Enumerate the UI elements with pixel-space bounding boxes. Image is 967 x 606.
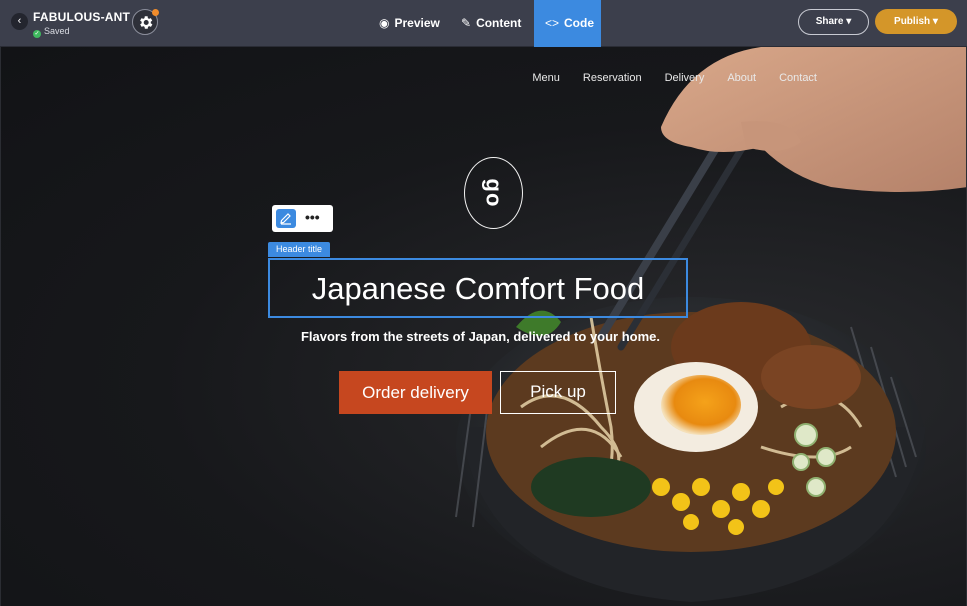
tab-content-label: Content	[476, 16, 522, 30]
save-status: ✓ Saved	[33, 26, 70, 38]
check-icon: ✓	[33, 30, 41, 38]
pencil-icon	[280, 213, 291, 225]
tab-preview[interactable]: ◉ Preview	[368, 0, 451, 47]
tab-content[interactable]: ✎ Content	[450, 0, 532, 47]
back-arrow-icon[interactable]: ‹	[11, 13, 28, 30]
tab-preview-label: Preview	[394, 16, 440, 30]
nav-link-about[interactable]: About	[727, 72, 756, 84]
logo-text: go	[481, 178, 507, 208]
eye-icon: ◉	[379, 16, 390, 30]
code-icon: <>	[545, 16, 560, 30]
element-edit-toolbar: •••	[272, 205, 333, 232]
selection-label: Header title	[268, 242, 331, 257]
gear-icon	[140, 16, 153, 29]
order-delivery-button[interactable]: Order delivery	[339, 371, 492, 414]
publish-button[interactable]: Publish ▾	[875, 9, 957, 34]
settings-button[interactable]	[132, 9, 159, 35]
more-options-icon[interactable]: •••	[305, 209, 320, 225]
share-button[interactable]: Share ▾	[798, 9, 869, 35]
header-title-selection[interactable]: Japanese Comfort Food	[268, 258, 688, 318]
nav-link-menu[interactable]: Menu	[532, 72, 560, 84]
save-status-label: Saved	[44, 26, 70, 36]
tab-code-label: Code	[564, 16, 595, 30]
header-subtitle: Flavors from the streets of Japan, deliv…	[300, 329, 661, 344]
header-title[interactable]: Japanese Comfort Food	[270, 260, 686, 316]
editor-toolbar: ‹ FABULOUS-ANT ✓ Saved ◉ Preview ✎ Content …	[0, 0, 967, 47]
edit-button[interactable]	[276, 209, 296, 228]
site-canvas: Menu Reservation Delivery About Contact …	[0, 47, 967, 606]
notification-badge	[152, 9, 159, 16]
pick-up-button[interactable]: Pick up	[500, 371, 616, 414]
tab-code[interactable]: <> Code	[534, 0, 601, 47]
site-logo[interactable]: go	[464, 157, 523, 229]
site-nav: Menu Reservation Delivery About Contact	[509, 72, 817, 84]
nav-link-delivery[interactable]: Delivery	[665, 72, 705, 84]
pencil-icon: ✎	[461, 16, 472, 30]
hero-background-image	[455, 47, 966, 602]
site-name: FABULOUS-ANT	[33, 10, 131, 24]
nav-link-reservation[interactable]: Reservation	[583, 72, 642, 84]
nav-link-contact[interactable]: Contact	[779, 72, 817, 84]
